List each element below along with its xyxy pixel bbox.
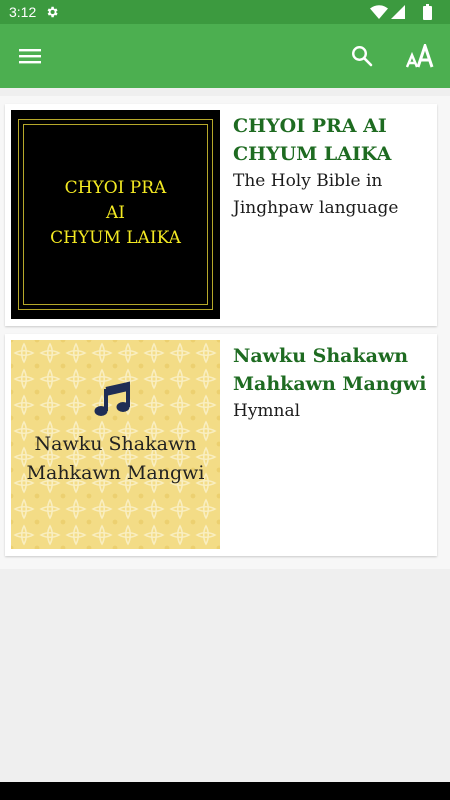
book-card-bible[interactable]: CHYOI PRA AI CHYUM LAIKA CHYOI PRA AI CH… <box>5 104 437 326</box>
search-button[interactable] <box>342 36 382 76</box>
book-card-hymnal[interactable]: Nawku Shakawn Mahkawn Mangwi Nawku Shaka… <box>5 334 437 556</box>
signal-icon <box>391 5 405 19</box>
bible-cover-image: CHYOI PRA AI CHYUM LAIKA <box>11 110 220 319</box>
navigation-bar <box>0 782 450 800</box>
wifi-icon <box>370 5 388 19</box>
book-title: CHYOI PRA AI CHYUM LAIKA <box>233 115 392 165</box>
search-icon <box>351 45 373 67</box>
menu-icon <box>19 49 41 64</box>
book-subtitle: Hymnal <box>233 401 301 421</box>
book-list: CHYOI PRA AI CHYUM LAIKA CHYOI PRA AI CH… <box>0 96 450 569</box>
font-size-button[interactable] <box>400 36 440 76</box>
book-title: Nawku Shakawn Mahkawn Mangwi <box>233 345 427 395</box>
app-bar <box>0 24 450 88</box>
hymnal-cover-text: Nawku Shakawn Mahkawn Mangwi <box>26 433 205 484</box>
font-size-icon <box>406 44 434 68</box>
gear-icon <box>47 6 58 18</box>
battery-icon <box>423 4 432 20</box>
bible-cover-text: CHYOI PRA AI CHYUM LAIKA <box>50 178 181 248</box>
menu-button[interactable] <box>10 36 50 76</box>
status-time: 3:12 <box>9 4 37 20</box>
book-subtitle: The Holy Bible in Jinghpaw language <box>233 171 399 218</box>
music-note-icon <box>94 381 130 416</box>
status-bar: 3:12 <box>0 0 450 24</box>
hymnal-cover-image: Nawku Shakawn Mahkawn Mangwi <box>11 340 220 549</box>
